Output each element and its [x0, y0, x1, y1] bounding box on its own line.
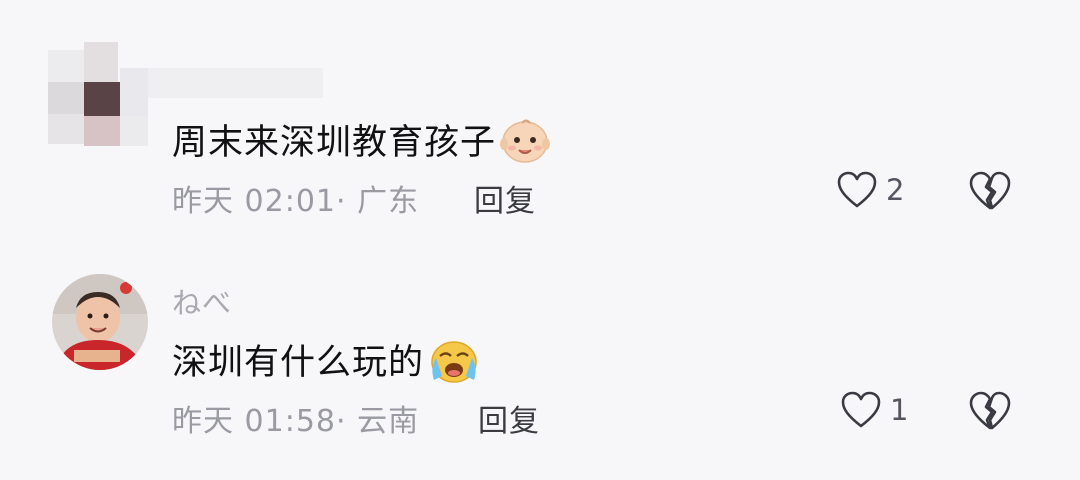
comment-time: 昨天 01:58 — [172, 404, 336, 439]
comment-text: 深圳有什么玩的 — [172, 334, 480, 393]
dislike-button[interactable] — [968, 170, 1012, 216]
like-button[interactable]: 2 — [836, 170, 904, 210]
meta-separator: · — [336, 404, 358, 439]
reply-button[interactable]: 回复 — [474, 176, 536, 220]
comment-time: 昨天 02:01 — [172, 184, 336, 219]
like-count: 1 — [890, 393, 909, 427]
comment-username[interactable]: ねべ — [172, 280, 232, 322]
comment-location: 云南 — [357, 404, 420, 439]
comment-meta: 昨天 02:01· 广东 — [172, 176, 419, 220]
comment-text-content: 周末来深圳教育孩子 — [172, 123, 497, 163]
dislike-button[interactable] — [968, 390, 1012, 436]
avatar[interactable] — [52, 274, 148, 370]
avatar-pixelated[interactable] — [48, 42, 323, 146]
like-count: 2 — [886, 173, 905, 207]
heart-icon — [837, 171, 877, 208]
reply-button[interactable]: 回复 — [478, 396, 540, 440]
comment-text: 周末来深圳教育孩子 — [172, 114, 551, 173]
baby-face-icon — [500, 118, 551, 173]
comment-meta: 昨天 01:58· 云南 — [172, 396, 419, 440]
meta-separator: · — [336, 184, 358, 219]
comment-1: 周末来深圳教育孩子 昨天 02:01· 广东 回复 2 — [0, 0, 1080, 240]
like-button[interactable]: 1 — [840, 390, 908, 430]
heart-icon — [841, 391, 881, 428]
comment-text-content: 深圳有什么玩的 — [172, 343, 425, 383]
crying-face-icon — [428, 338, 480, 393]
broken-heart-icon — [969, 171, 1011, 210]
broken-heart-icon — [969, 391, 1011, 430]
comment-location: 广东 — [357, 184, 420, 219]
comment-2: ねべ 深圳有什么玩的 昨天 01:58· 云南 回复 1 — [0, 240, 1080, 480]
